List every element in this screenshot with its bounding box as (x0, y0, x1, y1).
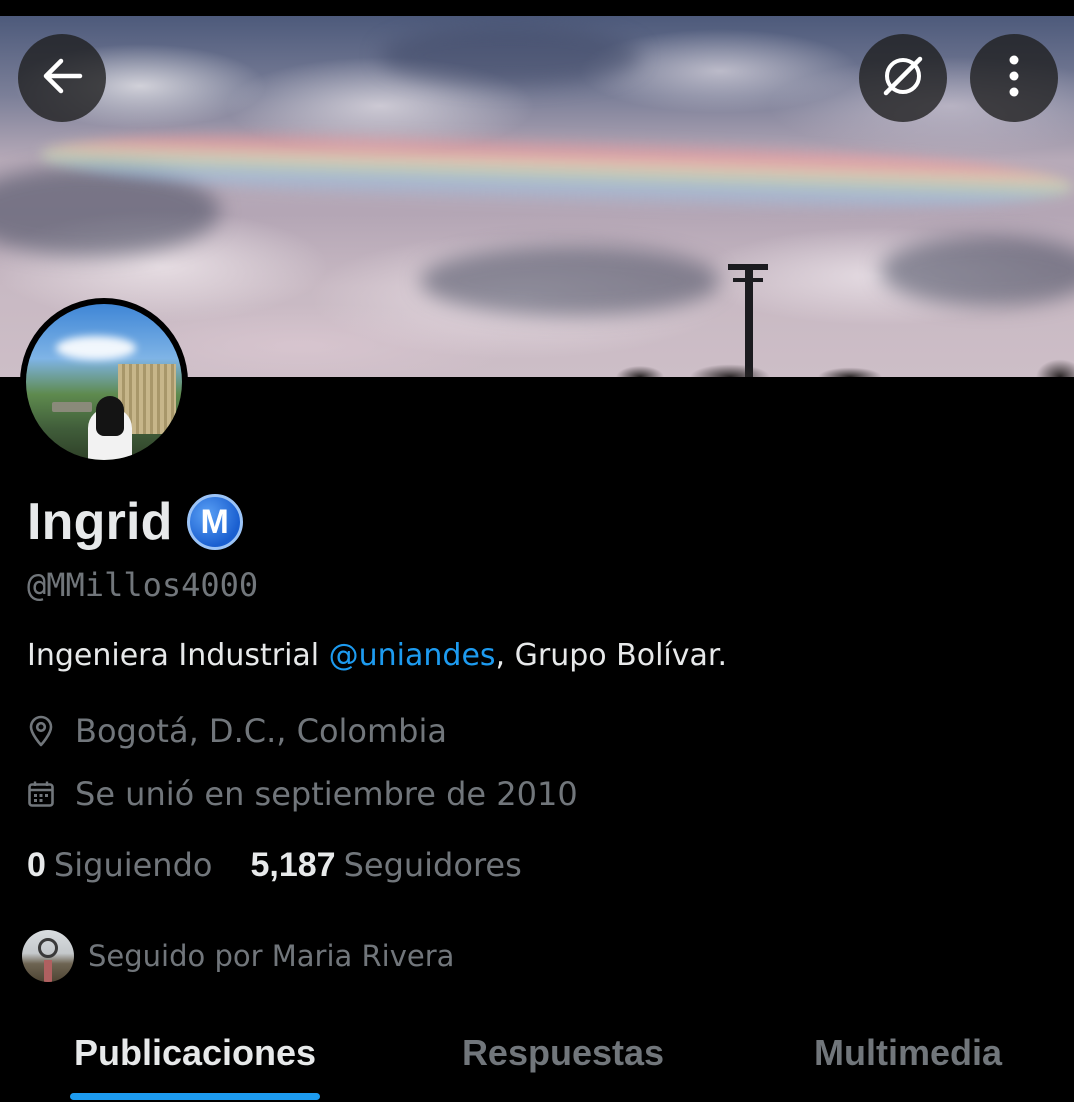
tab-publicaciones[interactable]: Publicaciones (70, 1012, 320, 1102)
profile-name: Ingrid (27, 493, 173, 551)
grok-button[interactable] (859, 34, 947, 122)
avatar-image (26, 304, 182, 460)
avatar-hair (96, 396, 124, 436)
active-tab-indicator (70, 1093, 320, 1100)
grok-icon (878, 51, 928, 105)
join-date-text: Se unió en septiembre de 2010 (75, 775, 578, 813)
arrow-left-icon (41, 58, 83, 98)
profile-tabs: Publicaciones Respuestas Multimedia (0, 1012, 1074, 1102)
bio-suffix: , Grupo Bolívar. (495, 638, 728, 673)
banner-treeline (600, 351, 1074, 377)
profile-location: Bogotá, D.C., Colombia (27, 712, 447, 750)
followers-link[interactable]: 5,187 Seguidores (250, 846, 521, 885)
tab-label: Multimedia (813, 1032, 1002, 1073)
banner-cloud (880, 236, 1074, 306)
more-vertical-icon (1007, 54, 1021, 102)
tab-multimedia[interactable]: Multimedia (806, 1012, 1010, 1102)
followers-label: Seguidores (343, 846, 522, 884)
profile-handle: @MMillos4000 (27, 566, 259, 604)
following-link[interactable]: 0 Siguiendo (27, 846, 212, 885)
status-bar-strip (0, 0, 1074, 16)
back-button[interactable] (18, 34, 106, 122)
bio-mention-link[interactable]: @uniandes (329, 638, 496, 673)
profile-avatar[interactable] (20, 298, 188, 466)
location-pin-icon (27, 715, 55, 747)
followers-count: 5,187 (250, 846, 336, 884)
tab-respuestas[interactable]: Respuestas (458, 1012, 668, 1102)
tab-label: Respuestas (461, 1032, 665, 1073)
tab-label: Publicaciones (73, 1032, 317, 1073)
profile-bio: Ingeniera Industrial @uniandes, Grupo Bo… (27, 638, 727, 673)
avatar-table (52, 402, 92, 412)
followed-by-text: Seguido por Maria Rivera (88, 939, 455, 973)
follower-avatar (22, 930, 74, 982)
banner-cloud (380, 26, 640, 86)
following-count: 0 (27, 846, 46, 884)
badge-letter: M (200, 502, 229, 541)
followed-by-row[interactable]: Seguido por Maria Rivera (22, 930, 454, 982)
follow-stats: 0 Siguiendo 5,187 Seguidores (27, 846, 522, 885)
banner-cloud (420, 246, 720, 316)
more-options-button[interactable] (970, 34, 1058, 122)
avatar-cloud (56, 336, 136, 360)
follower-avatar-structure (38, 938, 58, 958)
calendar-icon (27, 778, 55, 810)
following-label: Siguiendo (53, 846, 213, 884)
profile-name-row: Ingrid M (27, 492, 243, 552)
follower-avatar-path (44, 960, 52, 982)
location-text: Bogotá, D.C., Colombia (75, 712, 447, 750)
profile-join-date: Se unió en septiembre de 2010 (27, 775, 578, 813)
bio-prefix: Ingeniera Industrial (27, 638, 329, 673)
verified-badge[interactable]: M (186, 494, 243, 550)
